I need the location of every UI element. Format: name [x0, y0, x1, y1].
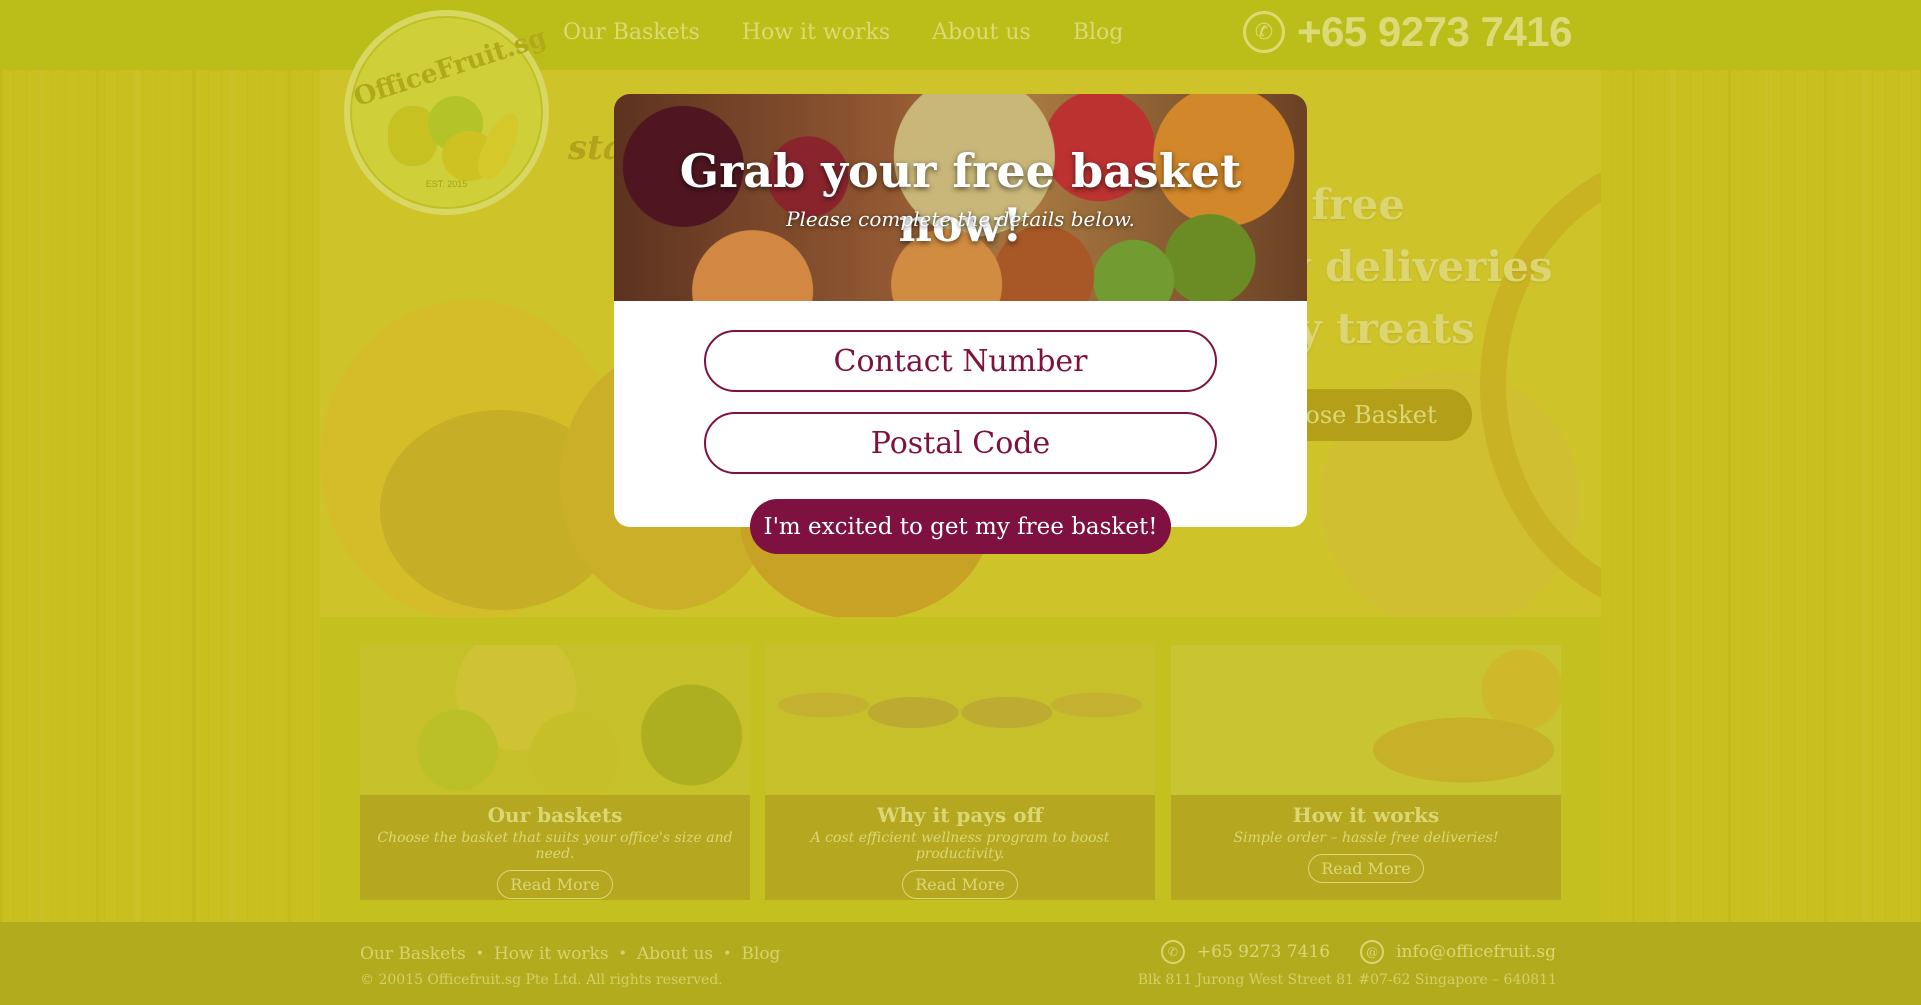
modal-title: Grab your free basket now! — [679, 144, 1242, 252]
feature-cards: Our baskets Choose the basket that suits… — [320, 617, 1601, 922]
site-header: Our Baskets How it works About us Blog ✆… — [0, 0, 1921, 70]
card-title: How it works — [1292, 803, 1440, 827]
footer-link-blog[interactable]: Blog — [741, 944, 780, 964]
card-panel: How it works Simple order – hassle free … — [1171, 795, 1561, 900]
email-icon: @ — [1360, 940, 1385, 964]
site-footer: Our Baskets • How it works • About us • … — [0, 922, 1921, 1005]
card-description: Choose the basket that suits your office… — [377, 830, 733, 862]
logo-est: EST. 2015 — [425, 179, 468, 189]
nav-our-baskets[interactable]: Our Baskets — [563, 20, 700, 45]
card-description: Simple order – hassle free deliveries! — [1233, 830, 1499, 846]
separator-dot: • — [723, 946, 732, 962]
footer-phone[interactable]: +65 9273 7416 — [1197, 942, 1330, 962]
footer-link-about-us[interactable]: About us — [637, 944, 713, 964]
hero-feature: ay treats — [1270, 304, 1475, 353]
footer-email[interactable]: info@officefruit.sg — [1396, 942, 1556, 962]
separator-dot: • — [618, 946, 627, 962]
card-why-it-pays-off: Why it pays off A cost efficient wellnes… — [765, 645, 1155, 900]
card-title: Our baskets — [487, 803, 623, 827]
card-description: A cost efficient wellness program to boo… — [810, 830, 1110, 862]
separator-dot: • — [475, 946, 484, 962]
footer-contact: ✆ +65 9273 7416 @ info@officefruit.sg — [1160, 940, 1556, 964]
card-image — [360, 645, 750, 795]
modal-subtitle: Please complete the details below. — [786, 207, 1135, 231]
card-our-baskets: Our baskets Choose the basket that suits… — [360, 645, 750, 900]
card-panel: Our baskets Choose the basket that suits… — [360, 795, 750, 900]
read-more-button[interactable]: Read More — [1308, 854, 1424, 883]
contact-number-input[interactable] — [704, 330, 1217, 392]
read-more-button[interactable]: Read More — [497, 870, 613, 899]
phone-icon: ✆ — [1160, 940, 1185, 964]
footer-link-how-it-works[interactable]: How it works — [494, 944, 609, 964]
hero-feature: ly deliveries — [1270, 242, 1553, 291]
nav-blog[interactable]: Blog — [1073, 20, 1124, 45]
main-nav: Our Baskets How it works About us Blog — [563, 20, 1123, 45]
header-phone[interactable]: ✆ +65 9273 7416 — [1243, 8, 1572, 56]
nav-about-us[interactable]: About us — [932, 20, 1031, 45]
hero-features: e free ly deliveries ay treats — [1270, 180, 1553, 366]
hero-feature: e free — [1270, 180, 1405, 229]
card-panel: Why it pays off A cost efficient wellnes… — [765, 795, 1155, 900]
read-more-button[interactable]: Read More — [902, 870, 1018, 899]
card-image — [1171, 645, 1561, 795]
header-phone-number[interactable]: +65 9273 7416 — [1297, 8, 1572, 56]
card-title: Why it pays off — [877, 803, 1043, 827]
footer-link-our-baskets[interactable]: Our Baskets — [360, 944, 466, 964]
nav-how-it-works[interactable]: How it works — [742, 20, 890, 45]
get-free-basket-button[interactable]: I'm excited to get my free basket! — [750, 499, 1171, 554]
footer-nav: Our Baskets • How it works • About us • … — [360, 944, 780, 964]
free-basket-modal: Grab your free basket now! Please comple… — [614, 94, 1307, 554]
site-logo[interactable]: OfficeFruit.sg EST. 2015 — [344, 10, 550, 215]
postal-code-input[interactable] — [704, 412, 1217, 474]
card-how-it-works: How it works Simple order – hassle free … — [1171, 645, 1561, 900]
card-image — [765, 645, 1155, 795]
footer-address: Blk 811 Jurong West Street 81 #07-62 Sin… — [1137, 972, 1557, 988]
copyright: © 20015 Officefruit.sg Pte Ltd. All righ… — [360, 972, 723, 988]
phone-icon: ✆ — [1243, 11, 1285, 53]
